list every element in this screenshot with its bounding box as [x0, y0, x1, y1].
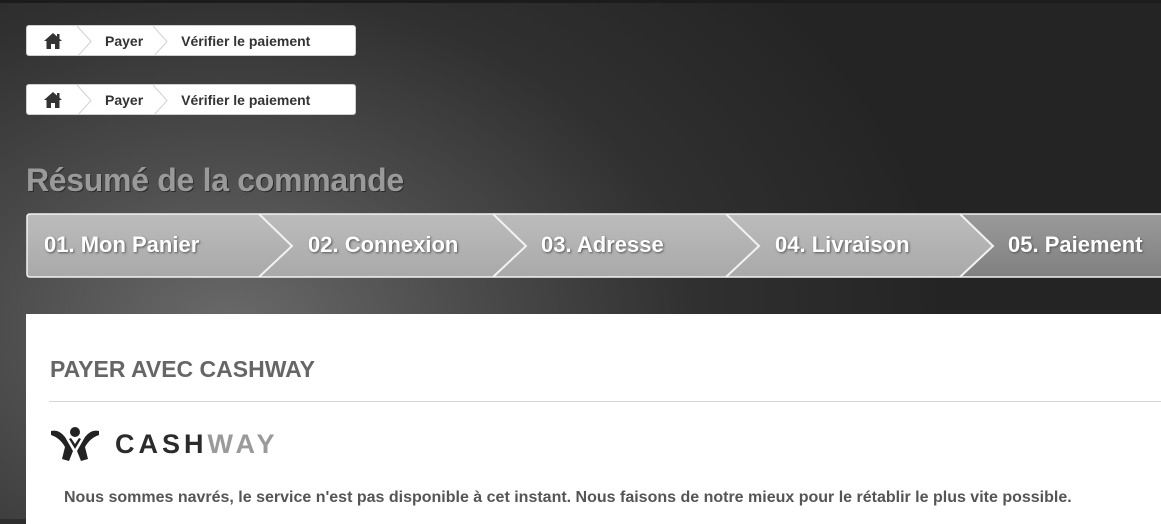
home-icon	[44, 32, 62, 49]
breadcrumb-home[interactable]	[27, 26, 79, 55]
step-livraison[interactable]: 04. Livraison	[775, 213, 910, 277]
cashway-logo-icon	[51, 427, 99, 461]
breadcrumb: Payer Vérifier le paiement	[26, 84, 356, 115]
logo-wordmark: CASHWAY	[115, 428, 279, 459]
step-adresse[interactable]: 03. Adresse	[541, 213, 664, 277]
home-icon	[44, 91, 62, 108]
breadcrumb: Payer Vérifier le paiement	[26, 25, 356, 56]
page-title: Résumé de la commande	[26, 162, 404, 198]
breadcrumb-item-verifier-paiement[interactable]: Vérifier le paiement	[153, 85, 322, 114]
breadcrumb-item-payer[interactable]: Payer	[77, 85, 155, 114]
payment-panel: PAYER AVEC CASHWAY CASHWAY Nous sommes n…	[26, 314, 1161, 524]
breadcrumb-item-payer[interactable]: Payer	[77, 26, 155, 55]
breadcrumb-label: Vérifier le paiement	[181, 91, 311, 108]
breadcrumb-separator	[153, 26, 169, 55]
window-top-border	[0, 0, 1161, 3]
cashway-logo: CASHWAY	[49, 425, 279, 463]
breadcrumb-separator	[77, 85, 93, 114]
step-paiement: 05. Paiement	[1008, 232, 1143, 257]
unavailable-message: Nous sommes navrés, le service n'est pas…	[64, 489, 1072, 506]
breadcrumb-separator	[77, 26, 93, 55]
divider	[49, 401, 1161, 402]
breadcrumb-separator	[153, 85, 169, 114]
step-mon-panier[interactable]: 01. Mon Panier	[44, 213, 199, 277]
step-connexion[interactable]: 02. Connexion	[308, 213, 458, 277]
breadcrumb-home[interactable]	[27, 85, 79, 114]
breadcrumb-label: Payer	[105, 91, 144, 108]
breadcrumb-label: Vérifier le paiement	[181, 32, 311, 49]
panel-title: PAYER AVEC CASHWAY	[50, 356, 315, 382]
order-steps: 01. Mon Panier 02. Connexion 03. Adresse…	[26, 213, 1161, 279]
breadcrumb-item-verifier-paiement[interactable]: Vérifier le paiement	[153, 26, 322, 55]
breadcrumb-label: Payer	[105, 32, 144, 49]
